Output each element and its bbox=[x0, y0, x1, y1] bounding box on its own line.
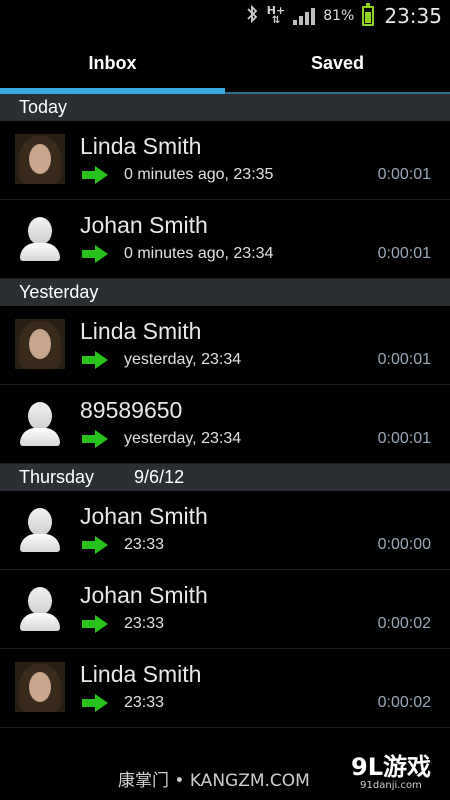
call-duration: 0:00:02 bbox=[377, 694, 431, 711]
call-duration: 0:00:01 bbox=[377, 430, 431, 447]
watermark-91danji: 9L游戏 91danji.com bbox=[343, 754, 439, 791]
default-contact-icon bbox=[15, 398, 65, 448]
default-contact-icon bbox=[15, 583, 65, 633]
battery-percent: 81% bbox=[323, 8, 355, 24]
contact-photo bbox=[15, 662, 65, 712]
outgoing-call-icon bbox=[82, 166, 108, 184]
section-header: Today bbox=[0, 94, 450, 121]
tab-saved[interactable]: Saved bbox=[225, 32, 450, 94]
battery-icon bbox=[362, 3, 375, 26]
default-contact-icon bbox=[15, 213, 65, 263]
section-header: Thursday 9/6/12 bbox=[0, 464, 450, 491]
watermark-kangzm: 康掌门 • KANGZM.COM bbox=[118, 771, 310, 791]
outgoing-call-icon bbox=[82, 430, 108, 448]
watermark-91-logo: 9L游戏 bbox=[351, 753, 431, 781]
call-time: 23:33 bbox=[124, 615, 165, 632]
contact-photo bbox=[15, 134, 65, 184]
section-header: Yesterday bbox=[0, 279, 450, 306]
contact-name: Linda Smith bbox=[80, 133, 202, 159]
list-item[interactable]: Linda Smith 0 minutes ago, 23:35 0:00:01 bbox=[0, 121, 450, 200]
contact-name: 89589650 bbox=[80, 397, 183, 423]
signal-icon bbox=[293, 7, 316, 25]
contact-name: Johan Smith bbox=[80, 582, 208, 608]
watermark-91-url: 91danji.com bbox=[360, 780, 422, 791]
call-time: yesterday, 23:34 bbox=[124, 351, 242, 368]
outgoing-call-icon bbox=[82, 694, 108, 712]
list-item[interactable]: Johan Smith 0 minutes ago, 23:34 0:00:01 bbox=[0, 200, 450, 279]
contact-name: Linda Smith bbox=[80, 661, 202, 687]
section-title: Thursday bbox=[19, 467, 95, 487]
status-clock: 23:35 bbox=[384, 4, 442, 28]
network-type: H+ ⇅ bbox=[266, 4, 286, 26]
list-item[interactable]: Linda Smith yesterday, 23:34 0:00:01 bbox=[0, 306, 450, 385]
call-time: 23:33 bbox=[124, 536, 165, 553]
contact-name: Linda Smith bbox=[80, 318, 202, 344]
call-duration: 0:00:01 bbox=[377, 166, 431, 183]
call-duration: 0:00:00 bbox=[377, 536, 431, 553]
list-item[interactable]: Linda Smith 23:33 0:00:02 bbox=[0, 649, 450, 728]
data-arrows-icon: ⇅ bbox=[271, 15, 281, 26]
outgoing-call-icon bbox=[82, 245, 108, 263]
call-duration: 0:00:02 bbox=[377, 615, 431, 632]
call-log-list: Today Linda Smith 0 minutes ago, 23:35 0:00… bbox=[0, 94, 450, 728]
call-duration: 0:00:01 bbox=[377, 245, 431, 262]
section-date: 9/6/12 bbox=[134, 467, 185, 487]
status-bar: H+ ⇅ 81% 23:35 bbox=[0, 0, 450, 32]
outgoing-call-icon bbox=[82, 615, 108, 633]
list-item[interactable]: Johan Smith 23:33 0:00:00 bbox=[0, 491, 450, 570]
call-duration: 0:00:01 bbox=[377, 351, 431, 368]
outgoing-call-icon bbox=[82, 351, 108, 369]
section-title: Today bbox=[19, 97, 68, 117]
tab-bar: Inbox Saved bbox=[0, 32, 450, 94]
list-item[interactable]: Johan Smith 23:33 0:00:02 bbox=[0, 570, 450, 649]
contact-name: Johan Smith bbox=[80, 212, 208, 238]
call-time: yesterday, 23:34 bbox=[124, 430, 242, 447]
call-time: 0 minutes ago, 23:34 bbox=[124, 245, 274, 262]
outgoing-call-icon bbox=[82, 536, 108, 554]
bluetooth-icon bbox=[245, 4, 259, 28]
call-time: 0 minutes ago, 23:35 bbox=[124, 166, 274, 183]
section-title: Yesterday bbox=[19, 282, 99, 302]
list-item[interactable]: 89589650 yesterday, 23:34 0:00:01 bbox=[0, 385, 450, 464]
contact-name: Johan Smith bbox=[80, 503, 208, 529]
default-contact-icon bbox=[15, 504, 65, 554]
tab-inbox[interactable]: Inbox bbox=[0, 32, 225, 94]
call-time: 23:33 bbox=[124, 694, 165, 711]
contact-photo bbox=[15, 319, 65, 369]
